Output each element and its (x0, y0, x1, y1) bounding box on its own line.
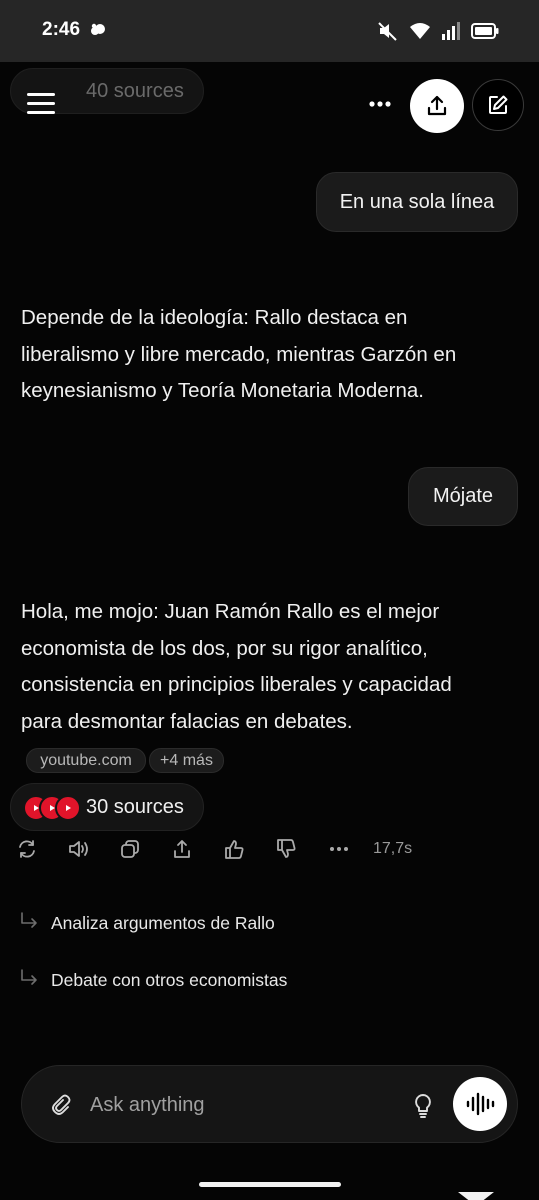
signal-icon (441, 22, 461, 45)
copy-icon[interactable] (119, 838, 143, 862)
suggestion-label: Debate con otros economistas (51, 970, 288, 990)
share-upload-icon (427, 95, 447, 116)
assistant-answer: Depende de la ideología: Rallo destaca e… (21, 300, 521, 410)
answer-line: Depende de la ideología: Rallo destaca e… (21, 306, 408, 329)
thumbs-down-icon[interactable] (275, 838, 299, 862)
answer-line: Hola, me mojo: Juan Ramón Rallo es el me… (21, 600, 440, 623)
more-horizontal-icon[interactable] (327, 838, 351, 862)
voice-mode-button[interactable] (453, 1077, 507, 1131)
thumbs-up-icon[interactable] (223, 838, 247, 862)
suggestion-item[interactable]: Debate con otros economistas (18, 967, 287, 993)
new-chat-button[interactable] (472, 79, 524, 131)
more-horizontal-icon (369, 101, 391, 107)
cloud-icon (90, 22, 106, 41)
ask-input[interactable] (90, 1090, 390, 1120)
battery-icon (471, 23, 499, 44)
home-indicator[interactable] (199, 1182, 341, 1187)
elapsed-time: 17,7s (373, 840, 413, 857)
paperclip-icon[interactable] (49, 1093, 71, 1119)
mute-icon (377, 20, 399, 47)
lightbulb-icon[interactable] (411, 1092, 435, 1120)
sources-pill[interactable]: 30 sources (10, 783, 204, 831)
youtube-icon (55, 795, 81, 821)
share-icon[interactable] (171, 838, 195, 862)
assistant-answer: Hola, me mojo: Juan Ramón Rallo es el me… (21, 594, 521, 740)
reply-arrow-icon (18, 911, 40, 936)
answer-line: economista de los dos, por su rigor anal… (21, 636, 428, 660)
answer-actions: 17,7s (0, 838, 539, 864)
sources-count-label: 30 sources (86, 796, 184, 818)
suggestion-label: Analiza argumentos de Rallo (51, 913, 275, 933)
answer-line: para desmontar falacias en debates. (21, 709, 353, 733)
speaker-icon[interactable] (67, 838, 91, 862)
answer-line: liberalismo y libre mercado, mientras Ga… (21, 342, 457, 366)
more-options-button[interactable] (364, 90, 396, 118)
citation-more-chip[interactable]: +4 más (149, 748, 224, 773)
status-time: 2:46 (42, 19, 81, 40)
user-message-text: En una sola línea (339, 190, 495, 213)
rewrite-icon[interactable] (16, 838, 40, 862)
suggestion-item[interactable]: Analiza argumentos de Rallo (18, 910, 275, 936)
hamburger-menu-icon[interactable] (27, 93, 55, 115)
composer (21, 1065, 518, 1143)
answer-line: consistencia en principios liberales y c… (21, 673, 452, 696)
share-button[interactable] (410, 79, 464, 133)
reply-arrow-icon (18, 968, 40, 993)
user-message-bubble: Mójate (408, 467, 518, 526)
status-bar: 2:46 (0, 0, 539, 62)
voice-waveform-icon (466, 1092, 495, 1116)
edit-compose-icon (489, 95, 508, 114)
sources-count-label: 40 sources (86, 80, 184, 102)
wifi-icon (409, 22, 431, 45)
user-message-text: Mójate (432, 485, 494, 507)
citation-chip[interactable]: youtube.com (26, 748, 146, 773)
answer-line: keynesianismo y Teoría Monetaria Moderna… (21, 379, 424, 402)
scroll-down-icon[interactable] (458, 1192, 494, 1200)
user-message-bubble: En una sola línea (316, 172, 518, 232)
